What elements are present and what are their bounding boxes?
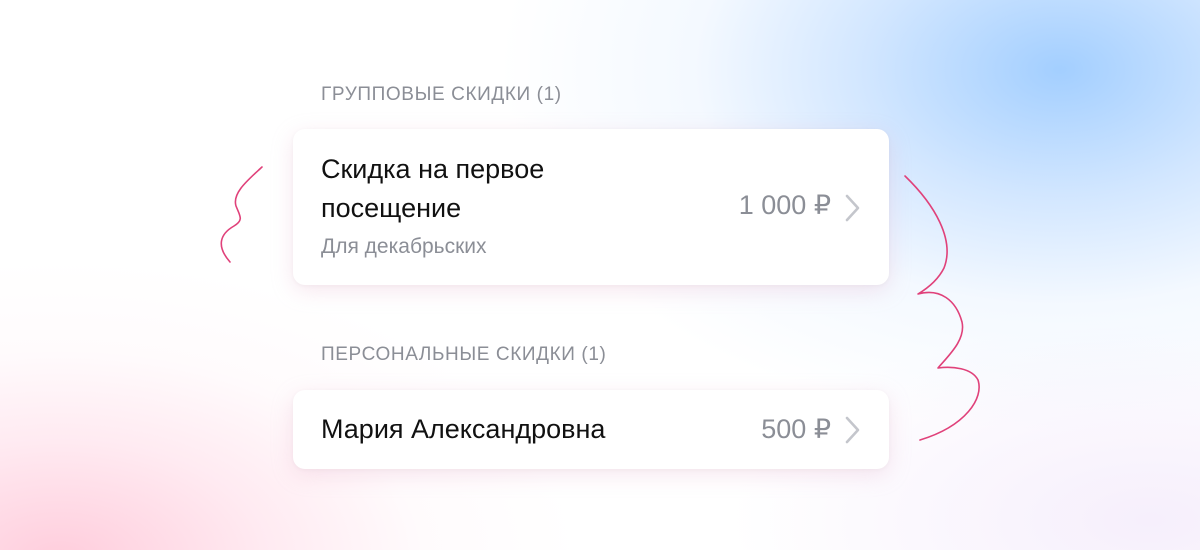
section-header-group-discounts: ГРУППОВЫЕ СКИДКИ (1) (321, 84, 562, 105)
discount-subtitle: Для декабрьских (321, 235, 487, 258)
discount-title: Мария Александровна (321, 414, 606, 444)
chevron-right-icon (845, 416, 860, 444)
discount-amount: 500 ₽ (761, 414, 831, 444)
section-header-personal-discounts: ПЕРСОНАЛЬНЫЕ СКИДКИ (1) (321, 344, 607, 365)
discount-title: Скидка на первое посещение (321, 154, 545, 223)
chevron-right-icon (845, 194, 860, 222)
discount-amount: 1 000 ₽ (738, 190, 831, 220)
discount-item-first-visit[interactable]: Скидка на первое посещение Для декабрьск… (293, 129, 889, 285)
discount-item-maria[interactable]: Мария Александровна 500 ₽ (293, 390, 889, 469)
